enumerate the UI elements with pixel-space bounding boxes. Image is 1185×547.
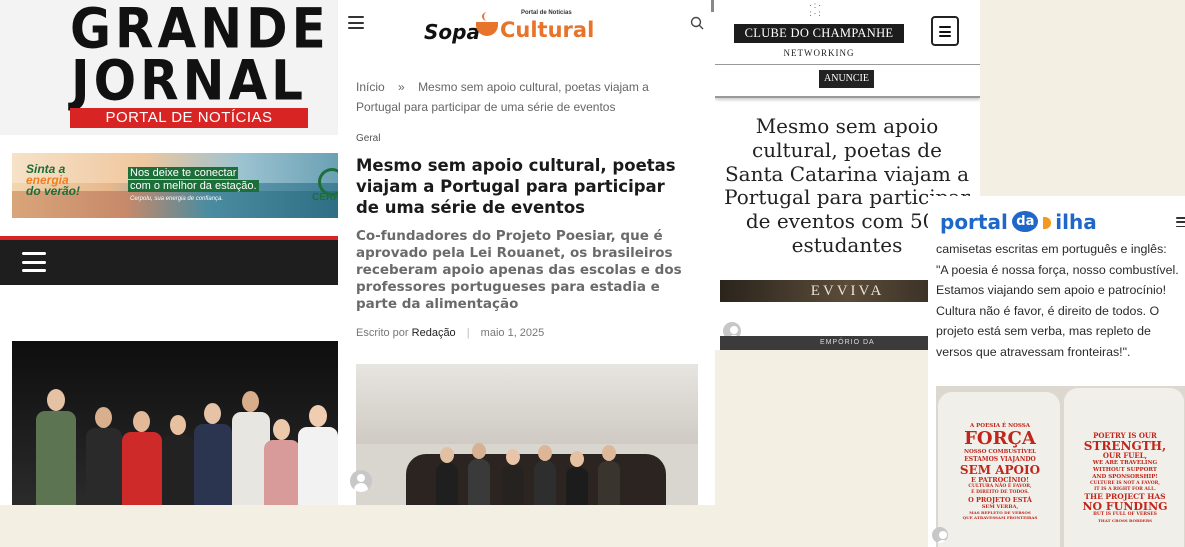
champanhe-logo[interactable]: CLUBE DO CHAMPANHE xyxy=(734,24,904,43)
tshirt-photo[interactable]: A POESIA É NOSSA FORÇA NOSSO COMBUSTÍVEL… xyxy=(936,386,1185,547)
anuncie-button[interactable]: ANUNCIE xyxy=(819,70,874,88)
group-photo[interactable] xyxy=(12,341,338,505)
portal-ilha-logo[interactable]: portal da ilha xyxy=(940,210,1097,234)
logo-small: Portal de Notícias xyxy=(521,10,572,16)
menu-icon[interactable] xyxy=(22,252,46,272)
sopa-cultural-panel: Portal de Notícias Sopa Cultural Início … xyxy=(338,0,715,505)
avatar-icon[interactable] xyxy=(932,527,948,543)
breadcrumb-home[interactable]: Início xyxy=(356,80,385,94)
networking-label: NETWORKING xyxy=(783,48,855,58)
person xyxy=(162,415,194,505)
byline-date: maio 1, 2025 xyxy=(480,327,545,339)
shirt-line: QUE ATRAVESSAM FRONTEIRAS xyxy=(962,515,1038,520)
category-label[interactable]: Geral xyxy=(356,133,380,144)
portal-ilha-panel: portal da ilha camisetas escritas em por… xyxy=(928,196,1185,547)
person xyxy=(566,451,588,505)
article-subheadline: Co-fundadores do Projeto Poesiar, que é … xyxy=(356,228,682,312)
shirt-line: E PATROCÍNIO! xyxy=(971,476,1029,484)
breadcrumb: Início » Mesmo sem apoio cultural, poeta… xyxy=(356,77,676,117)
sopa-logo[interactable]: Portal de Notícias Sopa Cultural xyxy=(424,8,594,44)
person xyxy=(502,449,524,505)
shirt-line: OUR FUEL, xyxy=(1102,451,1148,460)
shirt-line: FORÇA xyxy=(964,428,1036,449)
byline-separator: | xyxy=(466,327,470,339)
byline: Escrito por Redação | maio 1, 2025 xyxy=(356,327,544,339)
menu-icon[interactable] xyxy=(1176,217,1185,227)
person xyxy=(86,407,122,505)
ad-tagline: Cerpolu, sua energia de confiança. xyxy=(130,196,224,202)
shirt-line: O PROJETO ESTÁ xyxy=(968,496,1032,504)
logo-sopa: Sopa xyxy=(424,20,480,44)
byline-author[interactable]: Redação xyxy=(412,327,456,339)
breadcrumb-separator: » xyxy=(398,80,405,94)
logo-da: da xyxy=(1012,211,1039,232)
person xyxy=(534,445,556,505)
shirt-line: SEM APOIO xyxy=(959,463,1041,477)
person xyxy=(598,445,620,505)
logo-portal: portal xyxy=(940,210,1008,234)
grande-jornal-panel: GRANDE JORNAL PORTAL DE NOTÍCIAS Sinta a… xyxy=(0,0,338,505)
header-rule xyxy=(715,64,980,65)
shirt-line: NO FUNDING xyxy=(1082,500,1168,513)
ad-slogan: Sinta a energia do verão! xyxy=(26,163,81,198)
ad-brand: CERPA xyxy=(312,192,338,203)
menu-button[interactable] xyxy=(931,16,959,46)
grande-jornal-logo[interactable]: GRANDE JORNAL xyxy=(70,2,326,113)
logo-cultural: Cultural xyxy=(500,18,595,42)
shirt-line: NOSSO COMBUSTÍVEL xyxy=(963,449,1036,455)
tshirt-right-text: POETRY IS OUR STRENGTH, OUR FUEL, WE ARE… xyxy=(1070,432,1180,524)
steam-icon xyxy=(482,12,492,21)
person xyxy=(298,405,338,505)
shirt-line: WE ARE TRAVELING xyxy=(1092,460,1158,466)
article-photo[interactable] xyxy=(356,364,698,505)
shirt-line: THAT CROSS BORDERS xyxy=(1097,518,1153,523)
shirt-line: AND SPONSORSHIP! xyxy=(1092,474,1158,480)
menu-icon xyxy=(939,26,951,37)
logo-line-2: JORNAL xyxy=(70,49,307,113)
person xyxy=(436,447,458,505)
bubbles-icon: · : ·: · : xyxy=(809,1,821,18)
wave-icon xyxy=(1042,217,1051,229)
logo-ilha: ilha xyxy=(1055,210,1097,234)
person xyxy=(194,403,232,505)
ad-banner[interactable]: Sinta a energia do verão! Nos deixe te c… xyxy=(12,153,338,218)
shirt-line: WITHOUT SUPPORT xyxy=(1092,467,1158,473)
person xyxy=(36,389,76,505)
person xyxy=(122,411,162,505)
logo-band: PORTAL DE NOTÍCIAS xyxy=(70,108,308,128)
tshirt-left-text: A POESIA É NOSSA FORÇA NOSSO COMBUSTÍVEL… xyxy=(946,422,1054,520)
grande-jornal-navbar xyxy=(0,240,338,285)
ad-text-2: com o melhor da estação. xyxy=(128,180,259,192)
avatar-icon[interactable] xyxy=(350,470,372,492)
scroll-indicator[interactable] xyxy=(711,0,714,12)
ad-slogan-3: do verão! xyxy=(26,184,81,198)
ad-text-1: Nos deixe te conectar xyxy=(128,167,239,179)
search-icon[interactable] xyxy=(690,16,704,30)
byline-prefix: Escrito por xyxy=(356,327,409,339)
person xyxy=(468,443,490,505)
person xyxy=(264,419,300,505)
menu-icon[interactable] xyxy=(348,16,364,29)
photo-wall xyxy=(356,364,698,444)
article-body: camisetas escritas em português e inglês… xyxy=(936,242,1179,359)
article-headline: Mesmo sem apoio cultural, poetas viajam … xyxy=(356,156,676,217)
